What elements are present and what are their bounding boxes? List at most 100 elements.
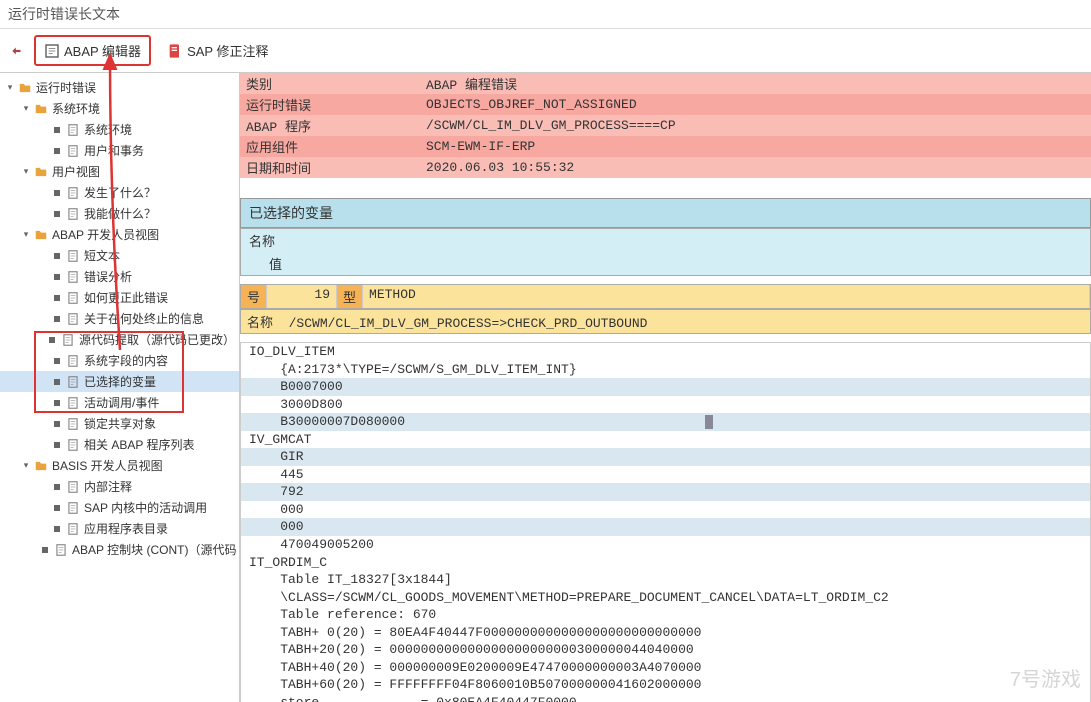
header-value: 2020.06.03 10:55:32 <box>420 157 1091 178</box>
tree-label: 发生了什么？ <box>84 184 156 201</box>
document-icon <box>66 438 80 452</box>
tree-label: 锁定共享对象 <box>84 415 156 432</box>
header-value: SCM-EWM-IF-ERP <box>420 136 1091 157</box>
tree-item[interactable]: 错误分析 <box>0 266 239 287</box>
bullet-icon <box>54 148 60 154</box>
num-value: 19 <box>267 285 337 308</box>
tree-toggle-icon[interactable]: ▾ <box>4 82 16 94</box>
back-icon[interactable] <box>8 44 26 58</box>
tree-item[interactable]: SAP 内核中的活动调用 <box>0 497 239 518</box>
tree-item[interactable]: 相关 ABAP 程序列表 <box>0 434 239 455</box>
tree-label: 已选择的变量 <box>84 373 156 390</box>
tree-folder[interactable]: ▾BASIS 开发人员视图 <box>0 455 239 476</box>
tree-item[interactable]: 发生了什么？ <box>0 182 239 203</box>
document-icon <box>66 123 80 137</box>
tree-item[interactable]: 已选择的变量 <box>0 371 239 392</box>
document-icon <box>66 144 80 158</box>
folder-icon <box>18 81 32 95</box>
tree-label: 应用程序表目录 <box>84 520 168 537</box>
tree-label: 系统字段的内容 <box>84 352 168 369</box>
tree-label: 源代码提取（源代码已更改） <box>79 331 235 348</box>
tree-label: ABAP 开发人员视图 <box>52 226 159 243</box>
header-key: ABAP 程序 <box>240 115 420 136</box>
toolbar: ABAP 编辑器 SAP 修正注释 <box>0 29 1091 73</box>
code-line: 470049005200 <box>241 536 1090 554</box>
bullet-icon <box>54 379 60 385</box>
tree-label: 运行时错误 <box>36 79 96 96</box>
tree-item[interactable]: 短文本 <box>0 245 239 266</box>
bullet-icon <box>54 442 60 448</box>
tree-label: 内部注释 <box>84 478 132 495</box>
tree-toggle-icon[interactable]: ▾ <box>20 166 32 178</box>
tree-folder[interactable]: ▾系统环境 <box>0 98 239 119</box>
code-line: Table reference: 670 <box>241 606 1090 624</box>
bullet-icon <box>54 421 60 427</box>
tree-item[interactable]: 关于在何处终止的信息 <box>0 308 239 329</box>
content-pane: 类别ABAP 编程错误运行时错误OBJECTS_OBJREF_NOT_ASSIG… <box>240 73 1091 702</box>
note-icon <box>167 43 183 59</box>
code-line: 445 <box>241 466 1090 484</box>
document-icon <box>66 480 80 494</box>
bullet-icon <box>54 190 60 196</box>
header-key: 运行时错误 <box>240 94 420 115</box>
tree-item[interactable]: 用户和事务 <box>0 140 239 161</box>
code-line: 000 <box>241 518 1090 536</box>
tree-item[interactable]: 内部注释 <box>0 476 239 497</box>
section-title: 已选择的变量 <box>240 198 1091 228</box>
tree-item[interactable]: 系统环境 <box>0 119 239 140</box>
tree-item[interactable]: 我能做什么？ <box>0 203 239 224</box>
document-icon <box>66 186 80 200</box>
num-label: 号 <box>241 285 267 308</box>
value-label: 值 <box>241 252 1090 275</box>
bullet-icon <box>54 127 60 133</box>
class-row: 名称 /SCWM/CL_IM_DLV_GM_PROCESS=>CHECK_PRD… <box>240 309 1091 334</box>
tree-label: 关于在何处终止的信息 <box>84 310 204 327</box>
header-value: OBJECTS_OBJREF_NOT_ASSIGNED <box>420 94 1091 115</box>
folder-icon <box>34 459 48 473</box>
code-line: \CLASS=/SCWM/CL_GOODS_MOVEMENT\METHOD=PR… <box>241 589 1090 607</box>
tree-item[interactable]: 应用程序表目录 <box>0 518 239 539</box>
tree-folder[interactable]: ▾ ABAP 开发人员视图 <box>0 224 239 245</box>
tree-folder[interactable]: ▾ 用户视图 <box>0 161 239 182</box>
cursor-icon <box>705 415 713 429</box>
header-value: /SCWM/CL_IM_DLV_GM_PROCESS====CP <box>420 115 1091 136</box>
sap-note-label: SAP 修正注释 <box>187 41 268 60</box>
folder-icon <box>34 228 48 242</box>
tree-label: 如何更正此错误 <box>84 289 168 306</box>
document-icon <box>66 207 80 221</box>
bullet-icon <box>54 358 60 364</box>
tree-item[interactable]: 源代码提取（源代码已更改） <box>0 329 239 350</box>
tree-folder[interactable]: ▾ 运行时错误 <box>0 77 239 98</box>
abap-editor-button[interactable]: ABAP 编辑器 <box>34 35 151 66</box>
tree-toggle-icon[interactable]: ▾ <box>20 460 32 472</box>
code-line: TABH+ 0(20) = 80EA4F40447F00000000000000… <box>241 624 1090 642</box>
document-icon <box>61 333 75 347</box>
tree-label: ABAP 控制块 (CONT)（源代码 <box>72 541 236 558</box>
code-line: {A:2173*\TYPE=/SCWM/S_GM_DLV_ITEM_INT} <box>241 361 1090 379</box>
editor-icon <box>44 43 60 59</box>
name-label: 名称 <box>241 229 1090 252</box>
tree-toggle-icon[interactable]: ▾ <box>20 229 32 241</box>
code-line: 000 <box>241 501 1090 519</box>
folder-icon <box>34 165 48 179</box>
tree-toggle-icon[interactable]: ▾ <box>20 103 32 115</box>
document-icon <box>66 270 80 284</box>
tree-item[interactable]: 如何更正此错误 <box>0 287 239 308</box>
tree-label: SAP 内核中的活动调用 <box>84 499 207 516</box>
tree-item[interactable]: 系统字段的内容 <box>0 350 239 371</box>
header-row: 运行时错误OBJECTS_OBJREF_NOT_ASSIGNED <box>240 94 1091 115</box>
bullet-icon <box>54 400 60 406</box>
tree-label: 我能做什么？ <box>84 205 156 222</box>
sap-note-button[interactable]: SAP 修正注释 <box>159 37 276 64</box>
name-value-block: 名称 值 <box>240 228 1091 276</box>
document-icon <box>66 249 80 263</box>
tree-item[interactable]: 锁定共享对象 <box>0 413 239 434</box>
code-block: IO_DLV_ITEM {A:2173*\TYPE=/SCWM/S_GM_DLV… <box>240 342 1091 702</box>
tree-label: 系统环境 <box>84 121 132 138</box>
bullet-icon <box>54 484 60 490</box>
tree-label: 用户视图 <box>52 163 100 180</box>
type-value: METHOD <box>363 285 1090 308</box>
code-line: store = 0x80EA4F40447F0000 <box>241 694 1090 702</box>
tree-item[interactable]: 活动调用/事件 <box>0 392 239 413</box>
tree-item[interactable]: ABAP 控制块 (CONT)（源代码 <box>0 539 239 560</box>
